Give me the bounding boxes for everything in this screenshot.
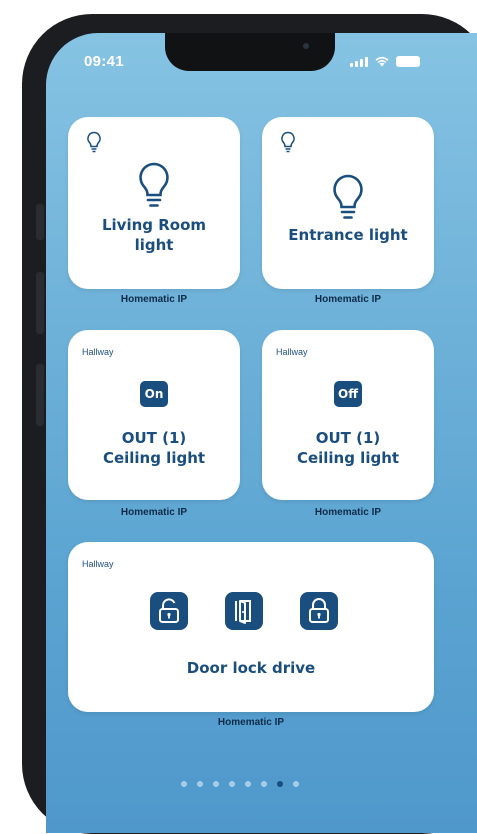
ceiling-light-on-card[interactable]: Hallway On OUT (1) Ceiling light xyxy=(68,330,240,500)
wifi-icon xyxy=(375,56,389,67)
page-dot[interactable] xyxy=(229,781,235,787)
room-label: Hallway xyxy=(82,559,114,569)
notch xyxy=(165,33,335,71)
card-title: Living Room xyxy=(101,216,207,234)
brand-label: Homematic IP xyxy=(314,507,382,518)
card-title: Ceiling light xyxy=(296,449,400,467)
room-label: Hallway xyxy=(82,347,114,357)
card-title: Ceiling light xyxy=(102,449,206,467)
status-time: 09:41 xyxy=(84,53,124,70)
lock-button[interactable] xyxy=(300,592,338,630)
card-title: Entrance light xyxy=(288,226,408,244)
brand-label: Homematic IP xyxy=(120,507,188,518)
bulb-icon xyxy=(333,174,363,219)
status-icons xyxy=(350,55,420,67)
page-dot-active[interactable] xyxy=(277,781,283,787)
volume-up-button xyxy=(36,272,44,334)
page-dot[interactable] xyxy=(213,781,219,787)
open-door-button[interactable] xyxy=(225,592,263,630)
card-title: light xyxy=(134,236,174,254)
page-dot[interactable] xyxy=(261,781,267,787)
ceiling-light-off-card[interactable]: Hallway Off OUT (1) Ceiling light xyxy=(262,330,434,500)
card-title: OUT (1) xyxy=(315,429,381,447)
page-dot[interactable] xyxy=(197,781,203,787)
room-label: Hallway xyxy=(276,347,308,357)
signal-icon xyxy=(350,57,368,67)
app-screen: 09:41 Living Room light Homematic IP Ent… xyxy=(46,33,477,833)
unlock-button[interactable] xyxy=(150,592,188,630)
unlock-icon xyxy=(159,598,179,623)
page-dot[interactable] xyxy=(245,781,251,787)
lock-icon xyxy=(309,598,329,623)
page-indicator[interactable] xyxy=(181,781,299,787)
bulb-icon xyxy=(139,162,169,207)
on-button[interactable]: On xyxy=(140,381,168,407)
entrance-light-card[interactable]: Entrance light xyxy=(262,117,434,289)
brand-label: Homematic IP xyxy=(120,294,188,305)
camera-icon xyxy=(303,43,309,49)
door-lock-drive-card[interactable]: Hallway Door lock drive xyxy=(68,542,434,712)
bulb-small-icon xyxy=(281,131,295,153)
living-room-light-card[interactable]: Living Room light xyxy=(68,117,240,289)
volume-down-button xyxy=(36,364,44,426)
off-button[interactable]: Off xyxy=(334,381,362,407)
door-icon xyxy=(235,600,251,624)
brand-label: Homematic IP xyxy=(217,717,285,728)
page-dot[interactable] xyxy=(181,781,187,787)
page-dot[interactable] xyxy=(293,781,299,787)
battery-icon xyxy=(396,56,420,67)
card-title: OUT (1) xyxy=(121,429,187,447)
bulb-small-icon xyxy=(87,131,101,153)
mute-switch xyxy=(36,204,44,240)
brand-label: Homematic IP xyxy=(314,294,382,305)
card-title: Door lock drive xyxy=(186,659,316,677)
